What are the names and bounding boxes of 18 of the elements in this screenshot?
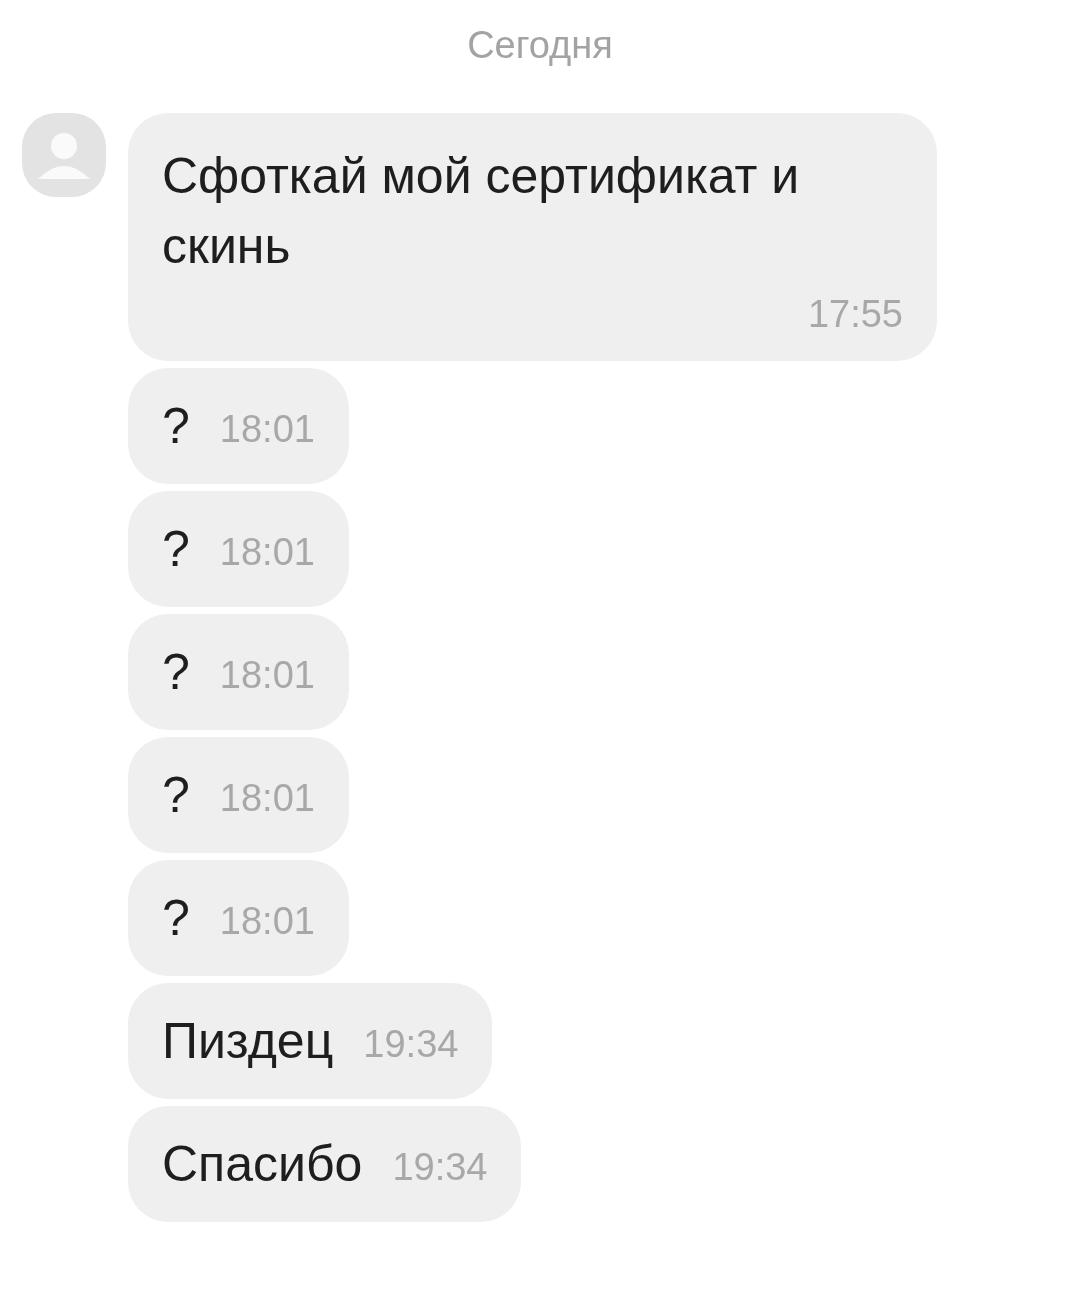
message-time: 17:55 (807, 292, 903, 337)
message-text: ? (162, 766, 190, 825)
message-time: 18:01 (219, 899, 315, 944)
message-text: ? (162, 397, 190, 456)
message-time: 19:34 (392, 1145, 488, 1190)
message-text: Спасибо (162, 1135, 363, 1194)
message-time: 18:01 (219, 407, 315, 452)
message-time: 18:01 (219, 653, 315, 698)
date-header: Сегодня (466, 23, 614, 68)
message-text: ? (162, 520, 190, 579)
message-text: Сфоткай мой сертификат и скинь (162, 147, 801, 276)
message-text: ? (162, 643, 190, 702)
message-time: 18:01 (219, 776, 315, 821)
message-time: 19:34 (363, 1022, 459, 1067)
message-text: Пиздец (162, 1012, 334, 1071)
message-text: ? (162, 889, 190, 948)
avatar-icon (22, 113, 106, 197)
message-time: 18:01 (219, 530, 315, 575)
